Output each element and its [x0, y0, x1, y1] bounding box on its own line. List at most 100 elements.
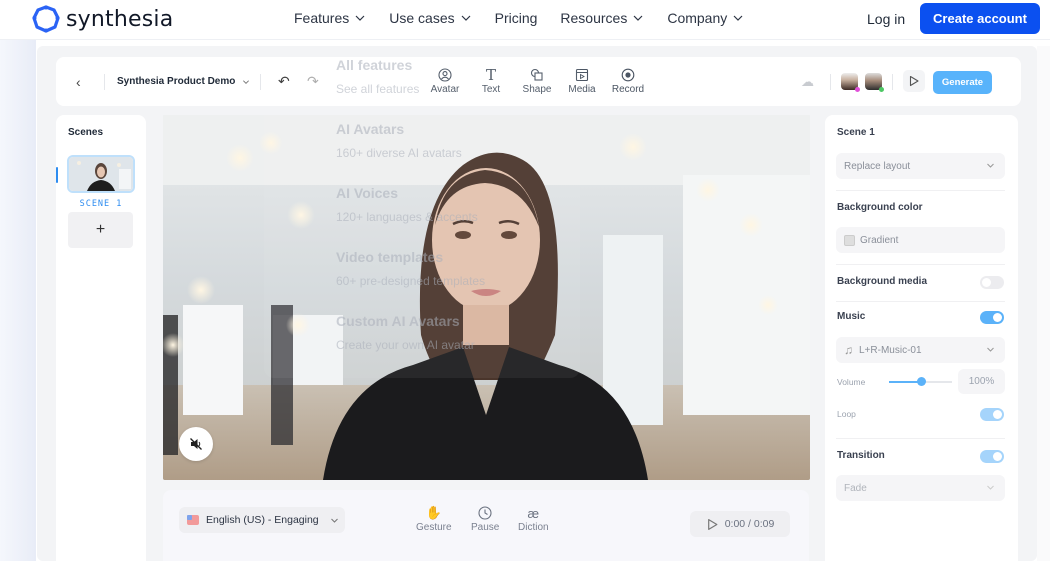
generate-button[interactable]: Generate	[933, 71, 992, 94]
chevron-down-icon	[355, 15, 365, 21]
script-bar: English (US) - Engaging ✋ Gesture Pause …	[163, 490, 809, 561]
collaborator-avatar[interactable]	[841, 73, 860, 92]
tool-label: Shape	[522, 84, 552, 95]
add-scene-button[interactable]: +	[68, 212, 133, 248]
editor-toolbar: ‹ Synthesia Product Demo ↶ ↷ Avatar T Te…	[56, 57, 1021, 106]
tool-label: Pause	[471, 522, 500, 533]
volume-value[interactable]: 100%	[958, 369, 1005, 394]
tool-avatar[interactable]: Avatar	[423, 66, 467, 95]
project-title-dropdown[interactable]: Synthesia Product Demo	[117, 76, 250, 87]
tool-label: Gesture	[416, 522, 452, 533]
scenes-title: Scenes	[68, 127, 104, 138]
background-media-label: Background media	[837, 276, 928, 287]
tool-label: Avatar	[430, 84, 460, 95]
playback-control[interactable]: 0:00 / 0:09	[690, 511, 790, 537]
chevron-down-icon	[733, 15, 743, 21]
nav-pricing[interactable]: Pricing	[495, 10, 538, 26]
volume-label: Volume	[837, 377, 866, 387]
transition-select[interactable]: Fade	[836, 475, 1005, 501]
chevron-down-icon	[633, 15, 643, 21]
shape-icon	[530, 68, 543, 81]
music-track-select[interactable]: ♫ L+R-Music-01	[836, 337, 1005, 363]
music-toggle[interactable]	[980, 311, 1004, 324]
tool-media[interactable]: Media	[560, 66, 604, 95]
tool-label: Text	[481, 84, 501, 95]
tool-label: Record	[611, 84, 645, 95]
cloud-sync-icon: ☁	[801, 74, 814, 89]
nav-label: Company	[667, 10, 728, 26]
slider-fill	[889, 381, 921, 383]
scenes-panel: Scenes SCENE 1 +	[56, 115, 146, 561]
scene-selected-indicator	[56, 167, 58, 183]
avatar-video-frame	[163, 115, 810, 480]
speaker-muted-icon	[190, 438, 202, 450]
login-link[interactable]: Log in	[867, 11, 905, 27]
slider-handle[interactable]	[916, 377, 926, 386]
divider	[104, 74, 105, 90]
record-icon	[621, 68, 635, 81]
main-nav: Features Use cases Pricing Resources Com…	[294, 10, 744, 26]
page-background-right	[1037, 46, 1050, 561]
replace-layout-select[interactable]: Replace layout	[836, 153, 1005, 179]
logo[interactable]: synthesia	[32, 5, 173, 33]
diction-button[interactable]: æ Diction	[518, 504, 549, 534]
toggle-knob	[993, 452, 1002, 461]
undo-icon[interactable]: ↶	[278, 73, 290, 90]
chevron-down-icon	[987, 347, 994, 352]
ae-ligature-icon: æ	[527, 505, 540, 521]
project-title: Synthesia Product Demo	[117, 76, 236, 87]
divider	[836, 190, 1005, 191]
scene-title: Scene 1	[837, 127, 875, 138]
background-media-toggle[interactable]	[980, 276, 1004, 289]
unmute-button[interactable]	[179, 427, 213, 461]
background-color-label: Background color	[837, 202, 923, 213]
gesture-button[interactable]: ✋ Gesture	[416, 504, 452, 533]
divider	[836, 264, 1005, 265]
chevron-down-icon	[330, 518, 338, 523]
voice-language-select[interactable]: English (US) - Engaging	[179, 507, 345, 533]
chevron-down-icon	[243, 79, 250, 84]
divider	[892, 74, 893, 90]
music-note-icon: ♫	[844, 343, 853, 357]
tool-shape[interactable]: Shape	[515, 66, 559, 95]
create-account-button[interactable]: Create account	[920, 3, 1040, 34]
back-icon[interactable]: ‹	[76, 74, 81, 90]
scene-label: SCENE 1	[79, 199, 123, 209]
play-icon	[909, 75, 919, 87]
chevron-down-icon	[987, 485, 994, 490]
loop-toggle[interactable]	[980, 408, 1004, 421]
color-swatch	[844, 234, 855, 246]
loop-label: Loop	[837, 409, 856, 419]
playback-time: 0:00 / 0:09	[724, 518, 775, 530]
hand-wave-icon: ✋	[425, 505, 442, 520]
music-label: Music	[837, 311, 866, 322]
preview-play-button[interactable]	[903, 70, 925, 92]
nav-resources[interactable]: Resources	[560, 10, 644, 26]
scene-thumbnail[interactable]	[67, 155, 135, 193]
select-value: Fade	[844, 482, 867, 494]
toggle-knob	[982, 278, 991, 287]
presence-dot	[879, 87, 884, 92]
chevron-down-icon	[461, 15, 471, 21]
volume-slider[interactable]	[889, 377, 952, 386]
synthesia-logo-icon	[32, 5, 60, 33]
collaborator-avatar[interactable]	[865, 73, 884, 92]
select-value: L+R-Music-01	[859, 344, 922, 356]
divider	[836, 438, 1005, 439]
video-canvas[interactable]	[163, 115, 810, 480]
scene-thumbnail-image	[69, 157, 133, 191]
nav-label: Resources	[560, 10, 628, 26]
nav-features[interactable]: Features	[294, 10, 366, 26]
tool-label: Diction	[518, 522, 549, 533]
tool-text[interactable]: T Text	[469, 66, 513, 96]
divider	[830, 74, 831, 90]
background-color-select[interactable]: Gradient	[836, 227, 1005, 253]
pause-button[interactable]: Pause	[471, 504, 499, 533]
transition-toggle[interactable]	[980, 450, 1004, 463]
avatar-icon	[438, 67, 452, 82]
tool-record[interactable]: Record	[606, 66, 650, 95]
site-header: synthesia Features Use cases Pricing Res…	[0, 0, 1050, 40]
nav-company[interactable]: Company	[667, 10, 744, 26]
nav-use-cases[interactable]: Use cases	[389, 10, 471, 26]
redo-icon[interactable]: ↷	[307, 73, 319, 90]
